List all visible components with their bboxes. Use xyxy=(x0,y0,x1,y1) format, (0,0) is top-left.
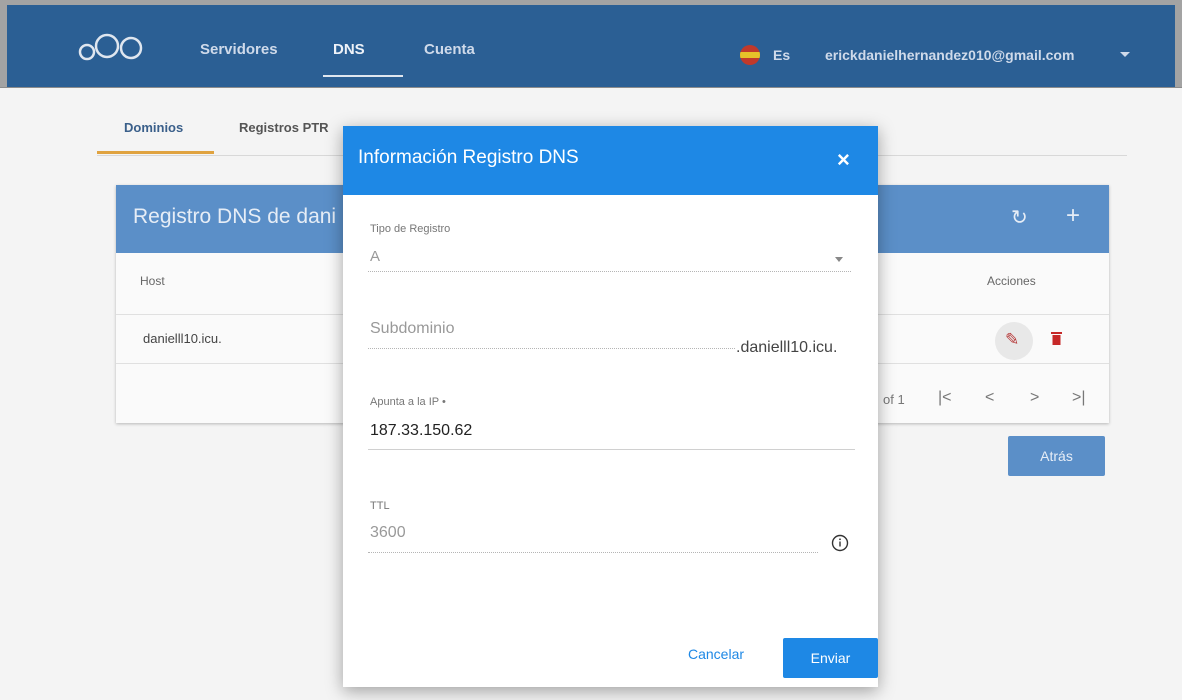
subdomain-underline xyxy=(368,348,735,349)
ip-underline xyxy=(368,449,855,450)
record-type-underline xyxy=(368,271,851,272)
ip-label: Apunta a la IP • xyxy=(370,396,446,408)
chevron-down-icon[interactable] xyxy=(835,257,843,262)
ttl-label: TTL xyxy=(370,500,390,512)
info-icon[interactable] xyxy=(831,534,849,552)
close-icon[interactable]: × xyxy=(837,147,850,173)
dialog-header: Información Registro DNS × xyxy=(343,126,878,195)
dialog-title: Información Registro DNS xyxy=(358,147,579,168)
dns-record-dialog: Información Registro DNS × Tipo de Regis… xyxy=(343,126,878,687)
record-type-select[interactable]: A xyxy=(370,248,380,265)
subdomain-input[interactable]: Subdominio xyxy=(370,320,455,338)
record-type-label: Tipo de Registro xyxy=(370,223,451,235)
ttl-underline xyxy=(368,552,818,553)
ttl-input[interactable]: 3600 xyxy=(370,524,406,542)
submit-button[interactable]: Enviar xyxy=(783,638,878,678)
subdomain-suffix: .danielll10.icu. xyxy=(736,339,838,356)
ip-input[interactable]: 187.33.150.62 xyxy=(370,422,472,440)
cancel-button[interactable]: Cancelar xyxy=(688,646,744,662)
